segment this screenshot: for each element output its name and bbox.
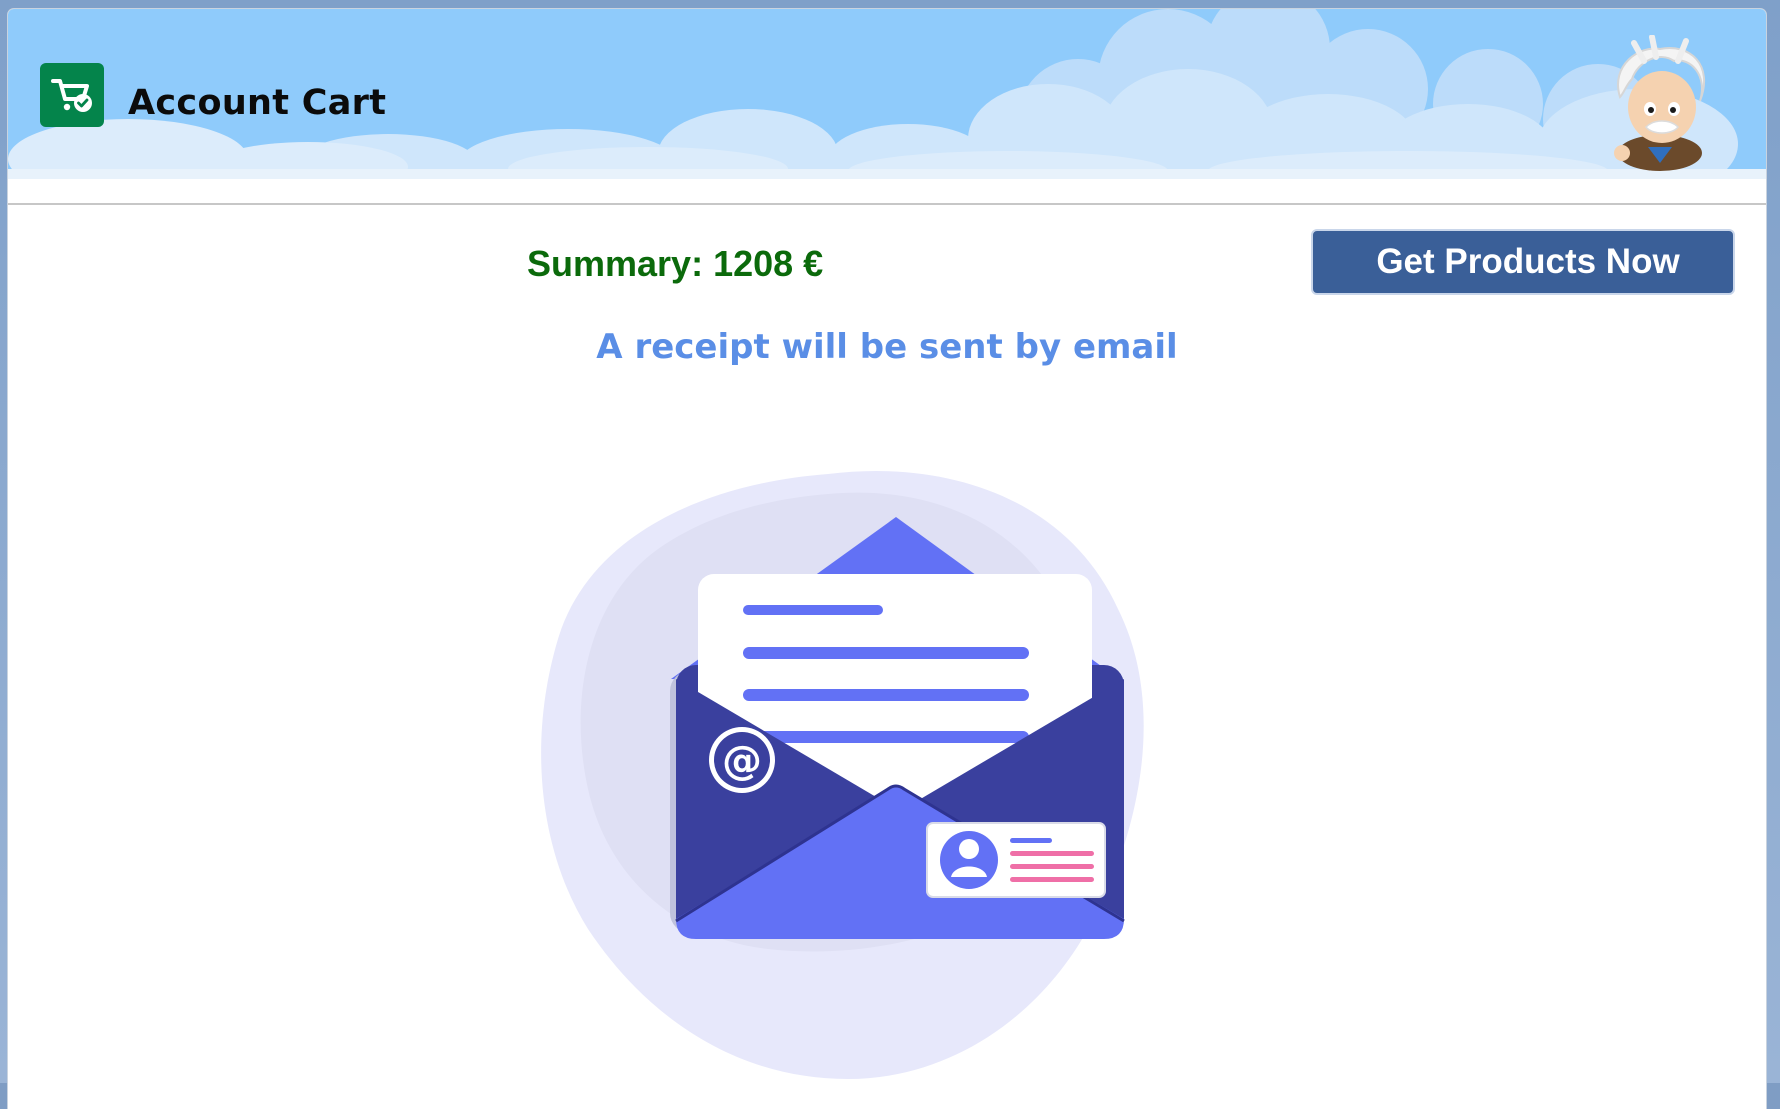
cart-card: Account Cart Summary: 1208 € Get Product… <box>8 9 1766 1109</box>
cart-check-icon <box>40 63 104 127</box>
card-header: Account Cart <box>8 9 1766 179</box>
email-envelope-illustration: @ <box>541 470 1144 1079</box>
einstein-mascot <box>1614 35 1706 171</box>
app-title: Account Cart <box>128 83 387 123</box>
get-products-now-button[interactable]: Get Products Now <box>1311 229 1735 295</box>
receipt-message: A receipt will be sent by email <box>596 327 1178 367</box>
cart-summary-total: Summary: 1208 € <box>527 243 824 284</box>
header-divider <box>8 179 1766 205</box>
svg-text:@: @ <box>722 738 762 784</box>
